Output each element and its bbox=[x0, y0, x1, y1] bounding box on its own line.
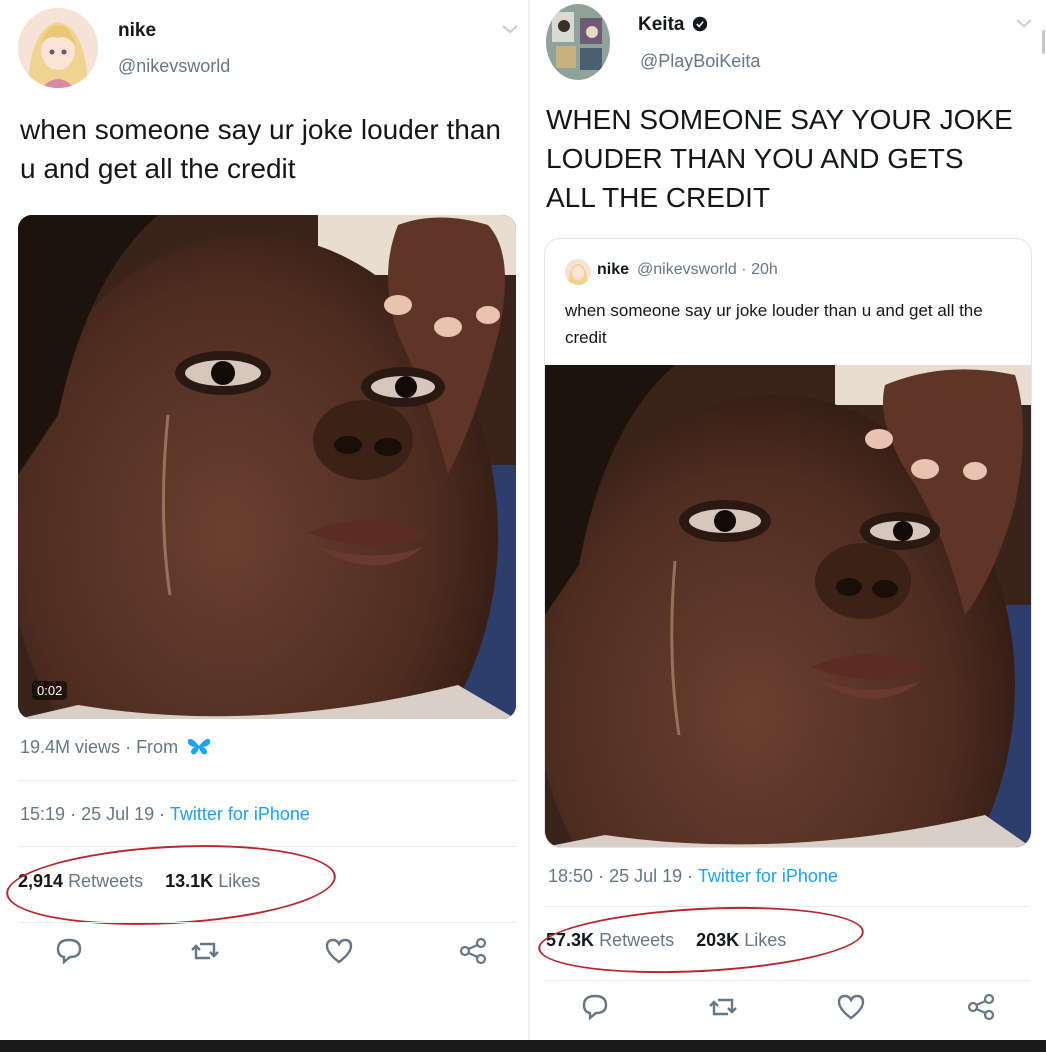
left-tweet: nike @nikevsworld when someone say ur jo… bbox=[0, 0, 528, 1040]
divider bbox=[18, 846, 516, 847]
like-icon[interactable] bbox=[834, 990, 868, 1024]
divider bbox=[544, 906, 1030, 907]
quoted-author-name: nike bbox=[597, 261, 630, 278]
chevron-down-icon[interactable] bbox=[1014, 16, 1034, 30]
crying-kid-image bbox=[18, 215, 516, 719]
tweet-text: WHEN SOMEONE SAY YOUR JOKE LOUDER THAN Y… bbox=[546, 104, 1013, 213]
reply-icon[interactable] bbox=[52, 934, 86, 968]
verified-icon bbox=[692, 16, 707, 32]
timestamp-row: 18:50 · 25 Jul 19 · Twitter for iPhone bbox=[548, 866, 838, 886]
retweet-icon[interactable] bbox=[706, 990, 740, 1024]
author-handle[interactable]: @PlayBoiKeita bbox=[640, 51, 760, 72]
share-icon[interactable] bbox=[964, 990, 998, 1024]
annotation-circle bbox=[4, 837, 338, 933]
video-duration: 0:02 bbox=[32, 681, 68, 700]
author-handle[interactable]: @nikevsworld bbox=[118, 56, 230, 77]
tweet-source[interactable]: Twitter for iPhone bbox=[698, 866, 838, 886]
crying-kid-image bbox=[545, 365, 1031, 847]
tweet-time[interactable]: 15:19 bbox=[20, 804, 65, 824]
tweet-date[interactable]: 25 Jul 19 bbox=[81, 804, 154, 824]
avatar[interactable] bbox=[546, 4, 610, 80]
tweet-video[interactable]: 0:02 bbox=[18, 215, 516, 719]
tweet-source[interactable]: Twitter for iPhone bbox=[170, 804, 310, 824]
share-icon[interactable] bbox=[456, 934, 490, 968]
like-icon[interactable] bbox=[322, 934, 356, 968]
tweet-time[interactable]: 18:50 bbox=[548, 866, 593, 886]
quoted-author-meta: @nikevsworld · 20h bbox=[637, 261, 778, 278]
scrollbar[interactable] bbox=[1042, 30, 1045, 54]
views-count: 19.4M views bbox=[20, 737, 121, 757]
reply-icon[interactable] bbox=[578, 990, 612, 1024]
quoted-tweet-card[interactable]: nike @nikevsworld · 20h when someone say… bbox=[544, 238, 1032, 848]
quoted-age: 20h bbox=[751, 261, 778, 278]
author-name[interactable]: nike bbox=[118, 20, 156, 42]
divider bbox=[18, 922, 516, 923]
tweet-text: when someone say ur joke louder than u a… bbox=[20, 114, 501, 184]
from-label: From bbox=[136, 737, 179, 757]
chevron-down-icon[interactable] bbox=[500, 22, 520, 36]
quoted-avatar bbox=[565, 259, 591, 285]
author-name[interactable]: Keita bbox=[638, 14, 708, 36]
divider bbox=[544, 980, 1030, 981]
quoted-image bbox=[545, 365, 1031, 847]
views-row: 19.4M views · From bbox=[20, 736, 211, 758]
bottom-border bbox=[0, 1040, 1046, 1052]
quoted-tweet-text: when someone say ur joke louder than u a… bbox=[565, 301, 983, 347]
quoted-author-handle: @nikevsworld bbox=[637, 261, 737, 278]
retweet-icon[interactable] bbox=[188, 934, 222, 968]
divider bbox=[18, 780, 516, 781]
butterfly-icon[interactable] bbox=[187, 736, 211, 756]
avatar[interactable] bbox=[18, 8, 98, 88]
timestamp-row: 15:19 · 25 Jul 19 · Twitter for iPhone bbox=[20, 804, 310, 824]
tweet-date[interactable]: 25 Jul 19 bbox=[609, 866, 682, 886]
